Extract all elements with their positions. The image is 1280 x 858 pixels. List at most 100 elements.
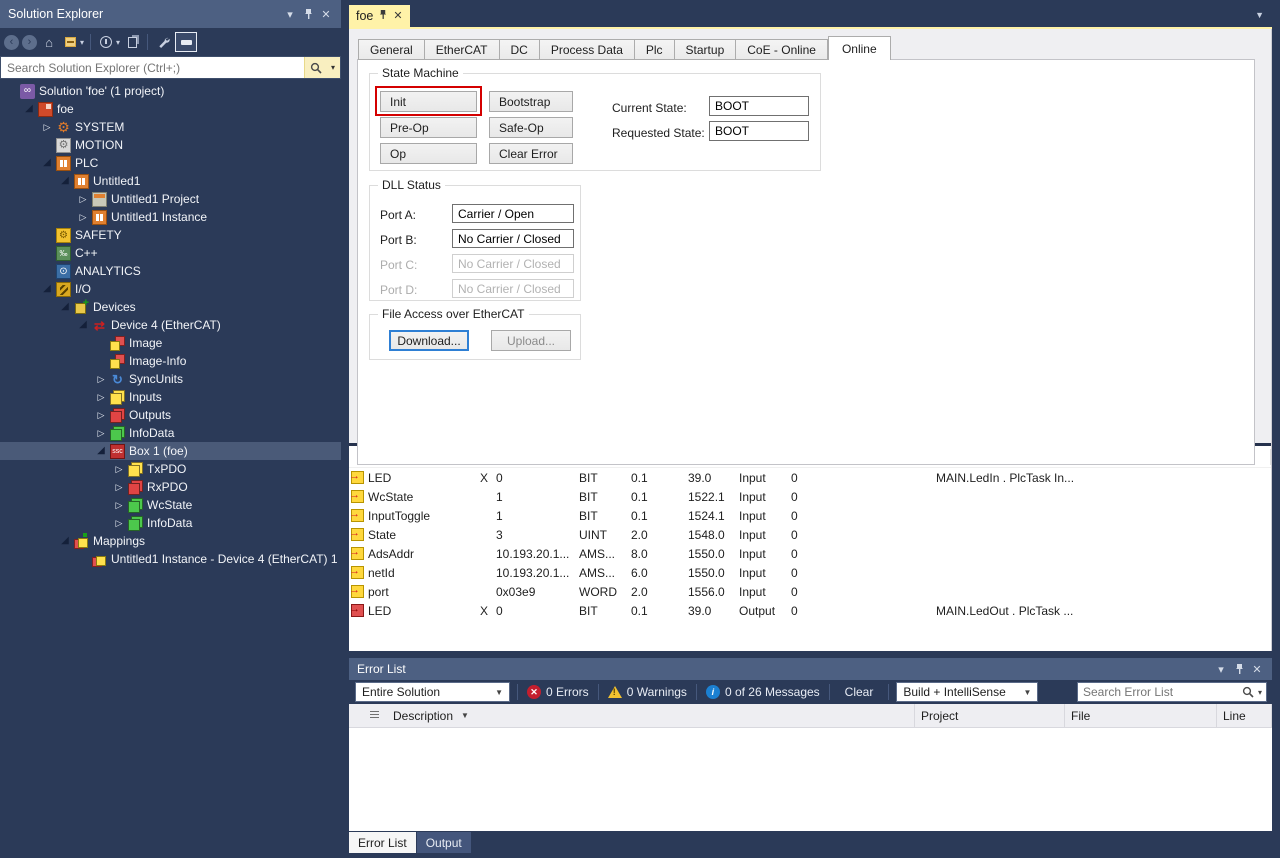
- tree-item-box-1-foe[interactable]: ◢Box 1 (foe): [0, 442, 341, 460]
- collapsed-arrow-icon[interactable]: ▷: [110, 496, 128, 514]
- tree-item-syncunits[interactable]: ▷SyncUnits: [0, 370, 341, 388]
- bottom-tab-output[interactable]: Output: [417, 832, 471, 853]
- messages-filter-button[interactable]: i 0 of 26 Messages: [704, 685, 822, 699]
- tree-item-rxpdo[interactable]: ▷RxPDO: [0, 478, 341, 496]
- properties-wrench-icon[interactable]: [154, 32, 172, 52]
- warnings-filter-button[interactable]: 0 Warnings: [606, 685, 689, 699]
- subtab-startup[interactable]: Startup: [675, 39, 737, 60]
- expanded-arrow-icon[interactable]: ◢: [56, 172, 74, 190]
- scope-filter-dropdown[interactable]: Entire Solution ▼: [355, 682, 510, 702]
- tree-item-untitled1-instance-device-4-ethercat-1[interactable]: Untitled1 Instance - Device 4 (EtherCAT)…: [0, 550, 341, 568]
- expanded-arrow-icon[interactable]: ◢: [38, 154, 56, 172]
- solution-search-input[interactable]: [1, 57, 304, 78]
- forward-icon[interactable]: ›: [22, 35, 37, 50]
- home-icon[interactable]: ⌂: [40, 32, 58, 52]
- subtab-dc[interactable]: DC: [500, 39, 540, 60]
- close-icon[interactable]: ✕: [1248, 660, 1266, 678]
- expanded-arrow-icon[interactable]: ◢: [92, 442, 110, 460]
- subtab-online[interactable]: Online: [828, 36, 891, 60]
- collapsed-arrow-icon[interactable]: ▷: [110, 460, 128, 478]
- safe-op-button[interactable]: Safe-Op: [489, 117, 573, 138]
- collapsed-arrow-icon[interactable]: ▷: [38, 118, 56, 136]
- bottom-tab-error-list[interactable]: Error List: [349, 832, 416, 853]
- tree-item-untitled1-instance[interactable]: ▷Untitled1 Instance: [0, 208, 341, 226]
- pre-op-button[interactable]: Pre-Op: [380, 117, 477, 138]
- collapsed-arrow-icon[interactable]: ▷: [92, 424, 110, 442]
- collapsed-arrow-icon[interactable]: ▷: [74, 208, 92, 226]
- expanded-arrow-icon[interactable]: ◢: [38, 280, 56, 298]
- tree-item-untitled1[interactable]: ◢Untitled1: [0, 172, 341, 190]
- tree-item-infodata[interactable]: ▷InfoData: [0, 514, 341, 532]
- table-row-adsaddr-input[interactable]: AdsAddr10.193.20.1...AMS...8.01550.0Inpu…: [349, 544, 1271, 563]
- tree-item-system[interactable]: ▷SYSTEM: [0, 118, 341, 136]
- tree-item-txpdo[interactable]: ▷TxPDO: [0, 460, 341, 478]
- tree-item-plc[interactable]: ◢PLC: [0, 154, 341, 172]
- tree-item-infodata[interactable]: ▷InfoData: [0, 424, 341, 442]
- subtab-process-data[interactable]: Process Data: [540, 39, 635, 60]
- tree-item-image[interactable]: Image: [0, 334, 341, 352]
- collapsed-arrow-icon[interactable]: ▷: [110, 514, 128, 532]
- errors-filter-button[interactable]: ✕ 0 Errors: [525, 685, 591, 699]
- collapsed-arrow-icon[interactable]: ▷: [110, 478, 128, 496]
- search-icon[interactable]: [304, 57, 326, 78]
- solution-explorer-titlebar[interactable]: Solution Explorer ▾ ✕: [0, 0, 341, 28]
- error-list-search-box[interactable]: ▾: [1077, 682, 1267, 702]
- tree-item-devices[interactable]: ◢Devices: [0, 298, 341, 316]
- close-icon[interactable]: ✕: [317, 5, 335, 23]
- description-column-header[interactable]: Description▼: [387, 704, 915, 727]
- build-filter-dropdown[interactable]: Build + IntelliSense ▼: [896, 682, 1038, 702]
- tree-item-i-o[interactable]: ◢I/O: [0, 280, 341, 298]
- filter-dropdown-icon[interactable]: ▾: [116, 38, 120, 47]
- pin-icon[interactable]: [1230, 660, 1248, 678]
- table-row-state-input[interactable]: State3UINT2.01548.0Input0: [349, 525, 1271, 544]
- tab-close-icon[interactable]: ✕: [393, 11, 402, 22]
- window-position-icon[interactable]: ▾: [1212, 660, 1230, 678]
- collapse-all-dropdown-icon[interactable]: ▾: [80, 38, 84, 47]
- op-button[interactable]: Op: [380, 143, 477, 164]
- table-row-netid-input[interactable]: netId10.193.20.1...AMS...6.01550.0Input0: [349, 563, 1271, 582]
- subtab-coe-online[interactable]: CoE - Online: [736, 39, 828, 60]
- collapse-all-icon[interactable]: [61, 32, 79, 52]
- project-column-header[interactable]: Project: [915, 704, 1065, 727]
- subtab-general[interactable]: General: [358, 39, 425, 60]
- pending-changes-filter-icon[interactable]: [97, 32, 115, 52]
- expanded-arrow-icon[interactable]: ◢: [74, 316, 92, 334]
- table-row-inputtoggle-input[interactable]: InputToggle1BIT0.11524.1Input0: [349, 506, 1271, 525]
- table-row-led-output[interactable]: LEDX0BIT0.139.0Output0MAIN.LedOut . PlcT…: [349, 601, 1271, 620]
- tab-pin-icon[interactable]: [379, 9, 387, 23]
- upload-button[interactable]: Upload...: [491, 330, 571, 351]
- tree-item-inputs[interactable]: ▷Inputs: [0, 388, 341, 406]
- clear-error-button[interactable]: Clear Error: [489, 143, 573, 164]
- pin-icon[interactable]: [299, 5, 317, 23]
- line-column-header[interactable]: Line: [1217, 704, 1272, 727]
- tree-item-image-info[interactable]: Image-Info: [0, 352, 341, 370]
- bootstrap-button[interactable]: Bootstrap: [489, 91, 573, 112]
- tree-item-mappings[interactable]: ◢Mappings: [0, 532, 341, 550]
- tree-item-motion[interactable]: MOTION: [0, 136, 341, 154]
- tab-list-chevron-icon[interactable]: ▼: [1255, 10, 1264, 20]
- table-row-led-input[interactable]: LEDX0BIT0.139.0Input0MAIN.LedIn . PlcTas…: [349, 468, 1271, 487]
- back-icon[interactable]: ‹: [4, 35, 19, 50]
- tree-item-foe[interactable]: ◢foe: [0, 100, 341, 118]
- collapsed-arrow-icon[interactable]: ▷: [92, 406, 110, 424]
- table-row-wcstate-input[interactable]: WcState1BIT0.11522.1Input0: [349, 487, 1271, 506]
- document-tab-foe[interactable]: foe ✕: [349, 5, 410, 27]
- tree-item-analytics[interactable]: ANALYTICS: [0, 262, 341, 280]
- table-row-port-input[interactable]: port0x03e9WORD2.01556.0Input0: [349, 582, 1271, 601]
- search-options-dropdown-icon[interactable]: ▾: [326, 57, 340, 78]
- solution-search-box[interactable]: ▾: [0, 56, 341, 79]
- expanded-arrow-icon[interactable]: ◢: [56, 532, 74, 550]
- collapsed-arrow-icon[interactable]: ▷: [92, 370, 110, 388]
- subtab-ethercat[interactable]: EtherCAT: [425, 39, 500, 60]
- tree-item-c[interactable]: C++: [0, 244, 341, 262]
- expanded-arrow-icon[interactable]: ◢: [20, 100, 38, 118]
- tree-item-safety[interactable]: SAFETY: [0, 226, 341, 244]
- collapsed-arrow-icon[interactable]: ▷: [74, 190, 92, 208]
- tree-item-solution-foe-1-project[interactable]: Solution 'foe' (1 project): [0, 82, 341, 100]
- window-position-icon[interactable]: ▾: [281, 5, 299, 23]
- error-list-titlebar[interactable]: Error List ▾ ✕: [349, 658, 1272, 680]
- download-button[interactable]: Download...: [389, 330, 469, 351]
- clear-button[interactable]: Clear: [837, 685, 882, 699]
- sync-with-active-document-icon[interactable]: [123, 32, 141, 52]
- collapsed-arrow-icon[interactable]: ▷: [92, 388, 110, 406]
